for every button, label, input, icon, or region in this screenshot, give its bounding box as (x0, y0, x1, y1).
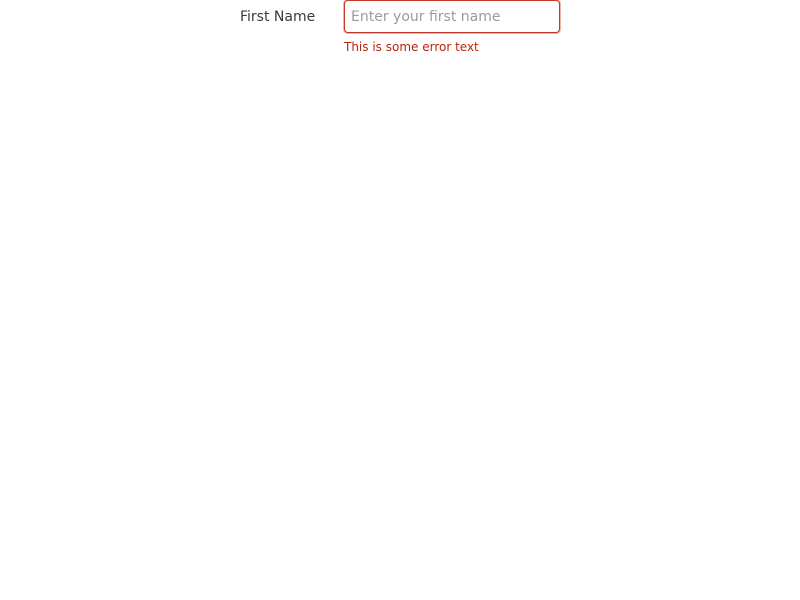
first-name-error-text: This is some error text (344, 40, 479, 54)
first-name-form-row: First Name This is some error text (0, 0, 800, 60)
first-name-input[interactable] (344, 0, 560, 33)
first-name-label: First Name (240, 9, 316, 25)
